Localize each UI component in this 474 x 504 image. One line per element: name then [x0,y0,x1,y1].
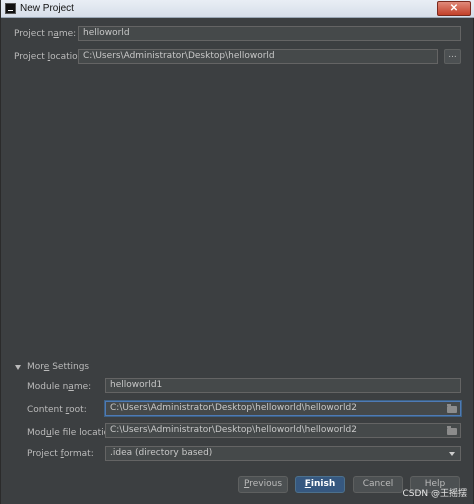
close-button[interactable]: ✕ [437,1,471,16]
project-name-label: Project name: [14,29,77,39]
module-name-label: Module name: [27,382,92,392]
folder-icon[interactable] [447,404,457,413]
title-bar[interactable]: New Project ✕ [1,0,474,18]
folder-icon[interactable] [447,426,457,435]
more-settings-toggle[interactable]: More Settings [27,362,89,372]
window-title: New Project [20,3,74,14]
project-format-select[interactable]: .idea (directory based) [105,446,461,461]
content-root-input[interactable]: C:\Users\Administrator\Desktop\helloworl… [105,401,461,416]
watermark: CSDN @王摇摆 [402,489,467,499]
project-format-label: Project format: [27,449,94,459]
chevron-down-icon[interactable] [449,452,455,456]
intellij-app-icon [5,3,16,14]
previous-button[interactable]: Previous [238,476,288,493]
finish-button[interactable]: Finish [295,476,345,493]
cancel-button[interactable]: Cancel [353,476,403,493]
module-file-location-input[interactable]: C:\Users\Administrator\Desktop\helloworl… [105,423,461,438]
close-icon: ✕ [449,3,459,14]
project-location-input[interactable]: C:\Users\Administrator\Desktop\helloworl… [78,49,438,64]
browse-location-button[interactable]: ... [444,49,461,64]
content-root-label: Content root: [27,405,87,415]
project-name-input[interactable]: helloworld [78,26,461,41]
collapse-triangle-icon[interactable] [15,365,21,370]
new-project-dialog: New Project ✕ Project name: helloworld P… [0,0,474,504]
project-location-label: Project location: [14,52,87,62]
module-name-input[interactable]: helloworld1 [105,378,461,393]
